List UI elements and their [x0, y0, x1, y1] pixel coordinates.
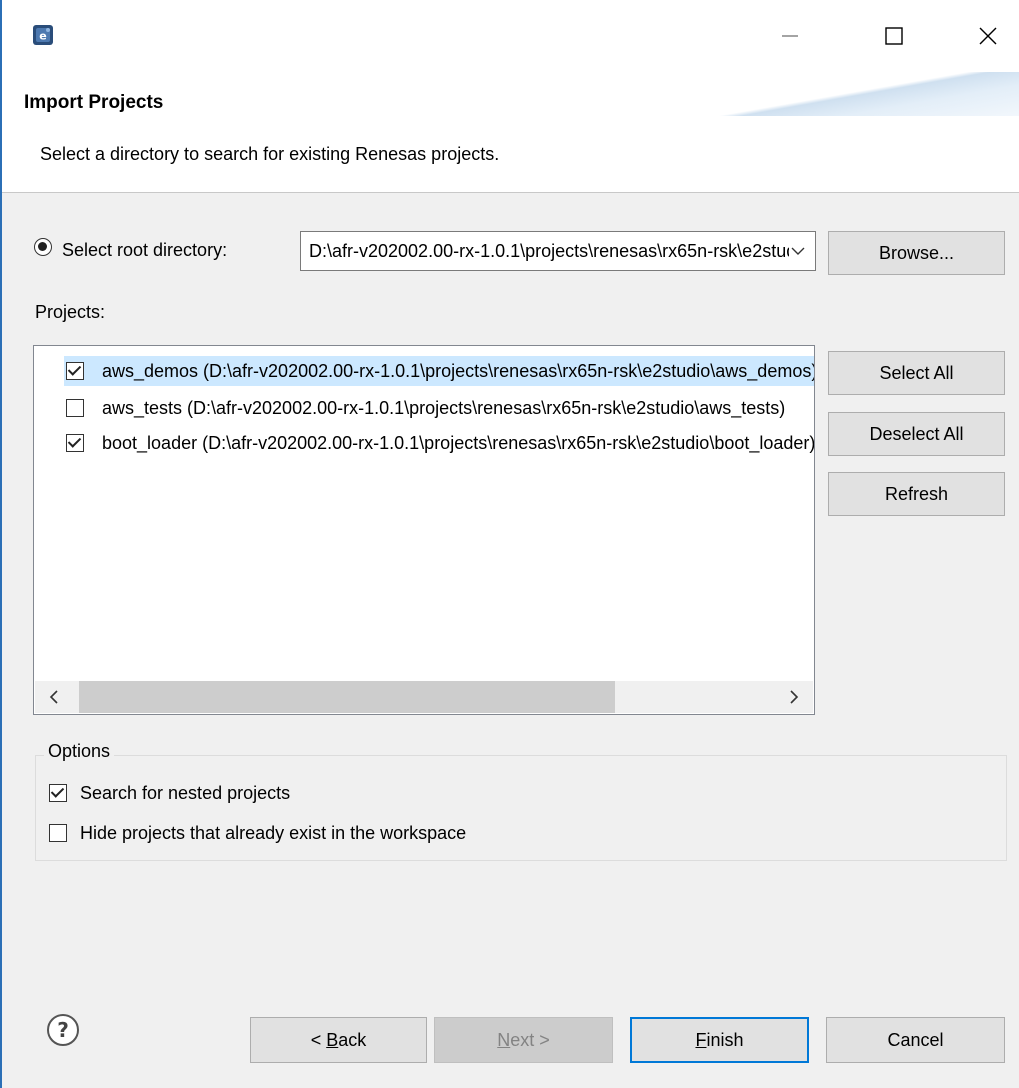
projects-list[interactable]: aws_demos (D:\afr-v202002.00-rx-1.0.1\pr…: [33, 345, 815, 715]
page-description: Select a directory to search for existin…: [40, 144, 500, 164]
hide-existing-label[interactable]: Hide projects that already exist in the …: [80, 823, 466, 844]
scroll-right-icon[interactable]: [785, 687, 803, 707]
back-prefix: <: [310, 1029, 327, 1050]
eclipse-e2-studio-icon: e: [33, 25, 53, 45]
project-label[interactable]: boot_loader (D:\afr-v202002.00-rx-1.0.1\…: [102, 433, 814, 454]
root-directory-combo[interactable]: D:\afr-v202002.00-rx-1.0.1\projects\rene…: [300, 231, 816, 271]
back-mnemonic: B: [326, 1029, 339, 1050]
back-rest: ack: [338, 1029, 367, 1050]
next-mnemonic: N: [497, 1029, 511, 1050]
root-directory-path[interactable]: D:\afr-v202002.00-rx-1.0.1\projects\rene…: [309, 241, 789, 262]
project-label[interactable]: aws_demos (D:\afr-v202002.00-rx-1.0.1\pr…: [102, 361, 814, 382]
select-root-directory-radio[interactable]: [34, 238, 52, 256]
refresh-button[interactable]: Refresh: [828, 472, 1005, 516]
list-item[interactable]: aws_demos (D:\afr-v202002.00-rx-1.0.1\pr…: [64, 356, 814, 386]
finish-mnemonic: F: [695, 1029, 707, 1050]
hide-existing-checkbox[interactable]: [49, 824, 67, 842]
chevron-down-icon[interactable]: [791, 246, 805, 256]
project-checkbox[interactable]: [66, 434, 84, 452]
svg-text:?: ?: [57, 1018, 69, 1042]
finish-button[interactable]: Finish: [630, 1017, 809, 1063]
title-bar[interactable]: e: [2, 0, 1019, 72]
next-button[interactable]: Next >: [434, 1017, 613, 1063]
help-icon[interactable]: ?: [45, 1012, 81, 1048]
select-all-button[interactable]: Select All: [828, 351, 1005, 395]
wizard-header: Import Projects Select a directory to se…: [2, 72, 1019, 193]
options-legend: Options: [44, 741, 115, 762]
horizontal-scrollbar[interactable]: [35, 681, 813, 713]
scrollbar-thumb[interactable]: [79, 681, 615, 713]
banner-decoration: [689, 72, 1019, 116]
page-title: Import Projects: [24, 92, 164, 113]
list-item[interactable]: boot_loader (D:\afr-v202002.00-rx-1.0.1\…: [64, 428, 814, 458]
select-root-directory-label[interactable]: Select root directory:: [62, 240, 227, 261]
search-nested-checkbox[interactable]: [49, 784, 67, 802]
scroll-left-icon[interactable]: [45, 687, 63, 707]
project-checkbox[interactable]: [66, 399, 84, 417]
back-button[interactable]: < Back: [250, 1017, 427, 1063]
svg-text:e: e: [39, 30, 46, 43]
project-checkbox[interactable]: [66, 362, 84, 380]
maximize-icon[interactable]: [874, 18, 914, 54]
list-item[interactable]: aws_tests (D:\afr-v202002.00-rx-1.0.1\pr…: [64, 393, 814, 423]
deselect-all-button[interactable]: Deselect All: [828, 412, 1005, 456]
browse-button[interactable]: Browse...: [828, 231, 1005, 275]
cancel-button[interactable]: Cancel: [826, 1017, 1005, 1063]
next-rest: ext >: [510, 1029, 550, 1050]
close-icon[interactable]: [968, 18, 1008, 54]
minimize-icon[interactable]: [770, 18, 810, 54]
options-group: [35, 755, 1007, 861]
project-label[interactable]: aws_tests (D:\afr-v202002.00-rx-1.0.1\pr…: [102, 398, 814, 419]
finish-rest: inish: [706, 1029, 744, 1050]
projects-label: Projects:: [35, 302, 106, 322]
search-nested-label[interactable]: Search for nested projects: [80, 783, 290, 804]
